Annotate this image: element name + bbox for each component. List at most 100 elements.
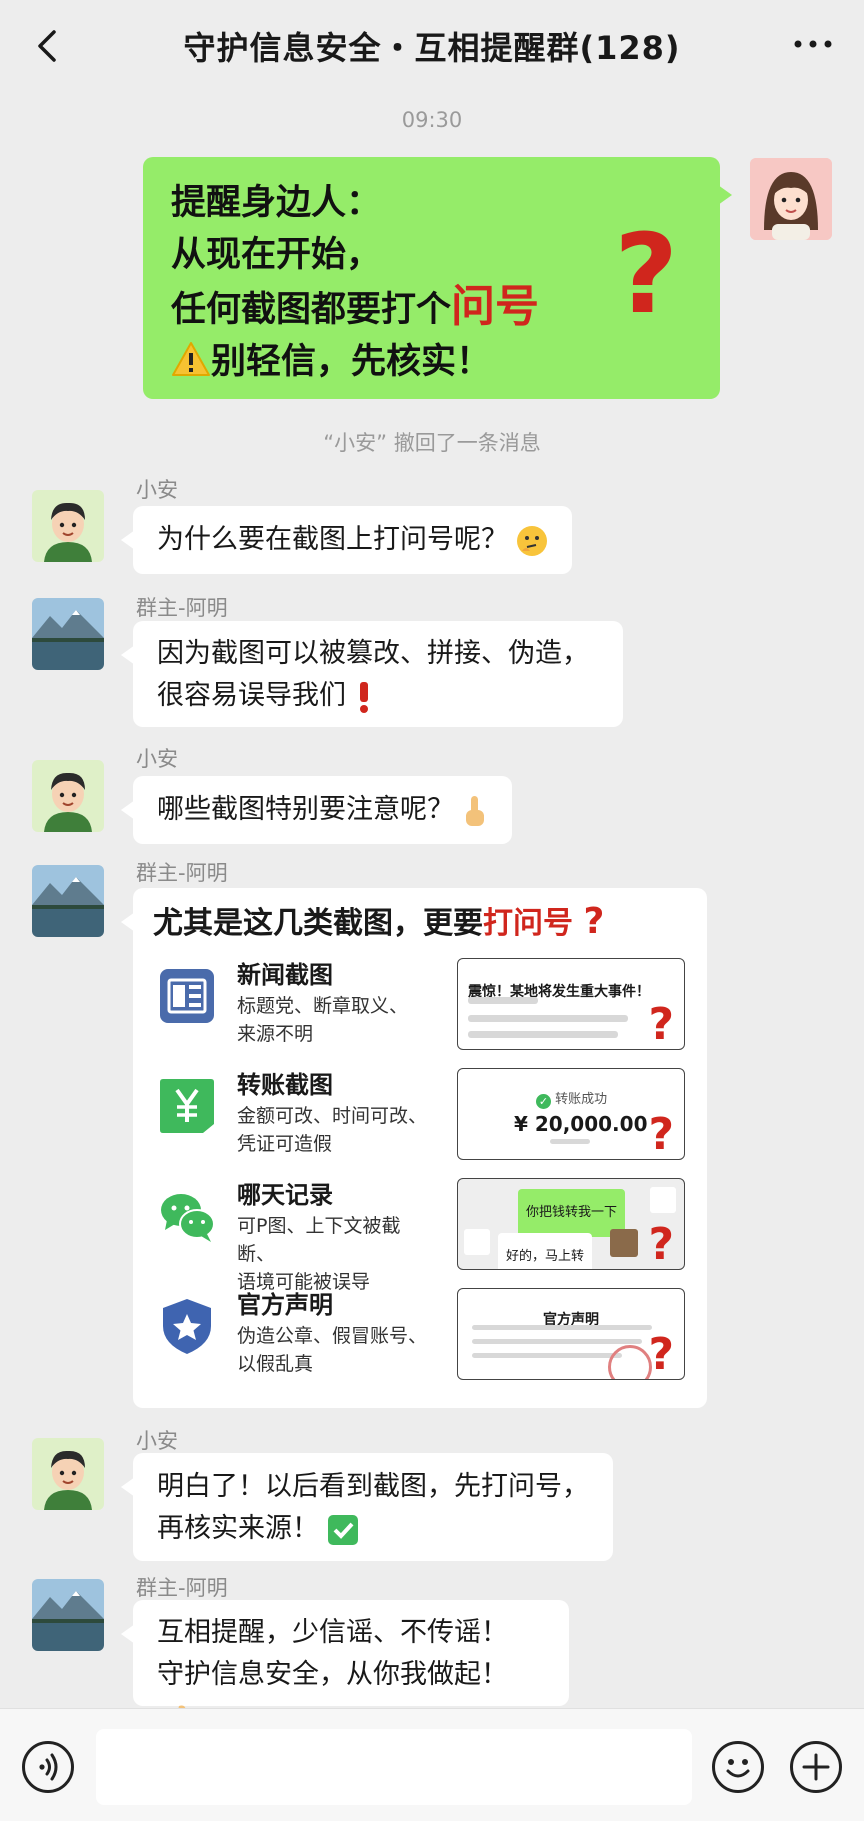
emoji-button[interactable] — [712, 1741, 764, 1793]
mountain-lake-avatar-icon — [32, 1579, 104, 1651]
sender-name: 群主-阿明 — [136, 1576, 228, 1600]
chat-thumbnail: 你把钱转我一下 好的，马上转 ? — [457, 1178, 685, 1270]
back-icon[interactable] — [30, 26, 66, 66]
blurred-text — [550, 1139, 590, 1144]
transfer-thumbnail: ✓ 转账成功 ¥ 20,000.00 ? — [457, 1068, 685, 1160]
official-seal — [608, 1345, 652, 1379]
message-bubble[interactable]: 为什么要在截图上打问号呢？ — [121, 506, 572, 574]
category-transfer: 转账截图 金额可改、时间可改、 凭证可造假 ✓ 转账成功 ¥ 20,000.00… — [157, 1068, 697, 1168]
check-mark-button-icon — [328, 1514, 358, 1545]
message-line2: 很容易误导我们 — [157, 680, 346, 711]
news-thumbnail: 震惊！某地将发生重大事件！ ? — [457, 958, 685, 1050]
statement-thumbnail: 官方声明 ? — [457, 1288, 685, 1380]
thumb-question-icon: ? — [648, 999, 674, 1050]
more-icon[interactable] — [792, 36, 834, 52]
pointing-up-icon — [466, 795, 484, 826]
boy-avatar-icon — [32, 490, 104, 562]
wechat-icon — [161, 1194, 215, 1242]
my-avatar[interactable] — [750, 158, 832, 240]
thumb-question-icon: ? — [648, 1109, 674, 1160]
thumb-question-icon: ? — [648, 1219, 674, 1270]
girl-avatar-icon — [750, 158, 832, 240]
input-bar — [0, 1708, 864, 1821]
message-line2-wrap: 再核实来源！ — [157, 1508, 589, 1550]
blurred-text — [472, 1353, 622, 1358]
card-title-prefix: 尤其是这几类截图，更要 — [153, 906, 483, 941]
blurred-text — [472, 1339, 642, 1344]
voice-input-button[interactable] — [22, 1741, 74, 1793]
blurred-text — [468, 997, 538, 1004]
info-card-bubble[interactable]: 尤其是这几类截图，更要打问号 ? 新闻截图 标题党、断章取义、 来源不明 震惊！… — [121, 888, 707, 1408]
boy-avatar-icon — [32, 1438, 104, 1510]
sender-name: 群主-阿明 — [136, 861, 228, 885]
message-line2: 守护信息安全，从你我做起！ — [157, 1659, 508, 1690]
more-functions-button[interactable] — [790, 1741, 842, 1793]
news-icon — [160, 969, 214, 1023]
category-name: 官方声明 — [237, 1291, 333, 1319]
mountain-avatar[interactable] — [32, 598, 104, 670]
sender-name: 群主-阿明 — [136, 596, 228, 620]
boy-avatar[interactable] — [32, 760, 104, 832]
message-line1: 因为截图可以被篡改、拼接、伪造， — [157, 638, 589, 669]
mountain-avatar[interactable] — [32, 1579, 104, 1651]
voice-icon — [39, 1753, 58, 1781]
thumb-headline: 震惊！某地将发生重大事件！ — [468, 984, 650, 1000]
category-desc: 金额可改、时间可改、 凭证可造假 — [237, 1102, 437, 1158]
card-title-red: 打问号 — [483, 906, 573, 941]
thumb-avatar — [464, 1229, 490, 1255]
category-official-statement: 官方声明 伪造公章、假冒账号、 以假乱真 官方声明 ? — [157, 1288, 697, 1388]
message-bubble[interactable]: 哪些截图特别要注意呢？ — [121, 776, 512, 844]
mountain-avatar[interactable] — [32, 865, 104, 937]
category-name: 转账截图 — [237, 1071, 333, 1099]
blurred-text — [468, 1015, 628, 1022]
chat-header: 守护信息安全・互相提醒群(128) — [0, 0, 864, 92]
category-desc-line1: 标题党、断章取义、 — [237, 995, 409, 1017]
thumb-msg-white: 好的，马上转 — [498, 1233, 593, 1269]
category-news: 新闻截图 标题党、断章取义、 来源不明 震惊！某地将发生重大事件！ ? — [157, 958, 697, 1058]
red-question-icon: ? — [583, 901, 605, 942]
message-bubble[interactable]: 互相提醒，少信谣、不传谣！ 守护信息安全，从你我做起！ — [121, 1600, 569, 1731]
yen-icon — [160, 1079, 214, 1133]
category-desc-line1: 可P图、上下文被截断、 — [237, 1215, 401, 1265]
boy-avatar-icon — [32, 760, 104, 832]
category-desc: 可P图、上下文被截断、 语境可能被误导 — [237, 1212, 437, 1296]
category-name: 哪天记录 — [237, 1181, 333, 1209]
sender-name: 小安 — [136, 1429, 178, 1453]
chat-title: 守护信息安全・互相提醒群(128) — [183, 29, 681, 67]
card-title: 尤其是这几类截图，更要打问号 ? — [153, 900, 687, 946]
my-message-line3-red: 问号 — [451, 281, 540, 332]
category-chat-record: 哪天记录 可P图、上下文被截断、 语境可能被误导 你把钱转我一下 好的，马上转 … — [157, 1178, 697, 1293]
sender-name: 小安 — [136, 747, 178, 771]
thumb-photo — [610, 1229, 638, 1257]
category-name: 新闻截图 — [237, 961, 333, 989]
message-bubble[interactable]: 明白了！以后看到截图，先打问号， 再核实来源！ — [121, 1453, 613, 1561]
mountain-lake-avatar-icon — [32, 598, 104, 670]
message-line1: 互相提醒，少信谣、不传谣！ — [157, 1617, 508, 1648]
warning-icon — [172, 342, 210, 376]
message-line2-wrap: 很容易误导我们 — [157, 675, 599, 717]
thinking-face-icon — [517, 525, 547, 556]
message-bubble[interactable]: 因为截图可以被篡改、拼接、伪造， 很容易误导我们 — [121, 621, 623, 727]
big-question-mark: ? — [614, 210, 678, 338]
category-desc-line2: 凭证可造假 — [237, 1133, 333, 1155]
category-desc: 标题党、断章取义、 来源不明 — [237, 992, 437, 1048]
blurred-text — [472, 1325, 652, 1330]
my-message-line4-text: 别轻信，先核实！ — [211, 342, 492, 382]
mountain-lake-avatar-icon — [32, 865, 104, 937]
category-desc-line2: 以假乱真 — [237, 1353, 314, 1375]
category-desc-line1: 金额可改、时间可改、 — [237, 1105, 428, 1127]
message-text: 为什么要在截图上打问号呢？ — [157, 524, 508, 555]
my-message-bubble[interactable]: 提醒身边人： 从现在开始， 任何截图都要打个问号 别轻信，先核实！ ? — [143, 157, 732, 399]
thumb-question-icon: ? — [648, 1329, 674, 1380]
category-desc-line1: 伪造公章、假冒账号、 — [237, 1325, 428, 1347]
boy-avatar[interactable] — [32, 490, 104, 562]
blurred-text — [468, 1031, 618, 1038]
category-desc: 伪造公章、假冒账号、 以假乱真 — [237, 1322, 437, 1378]
my-message-line4: 别轻信，先核实！ — [171, 336, 692, 388]
boy-avatar[interactable] — [32, 1438, 104, 1510]
message-line2: 再核实来源！ — [157, 1513, 319, 1544]
message-text: 哪些截图特别要注意呢？ — [157, 794, 454, 825]
thumb-msg-green: 你把钱转我一下 — [518, 1189, 626, 1237]
message-timestamp: 09:30 — [401, 108, 463, 132]
message-input[interactable] — [96, 1729, 692, 1805]
